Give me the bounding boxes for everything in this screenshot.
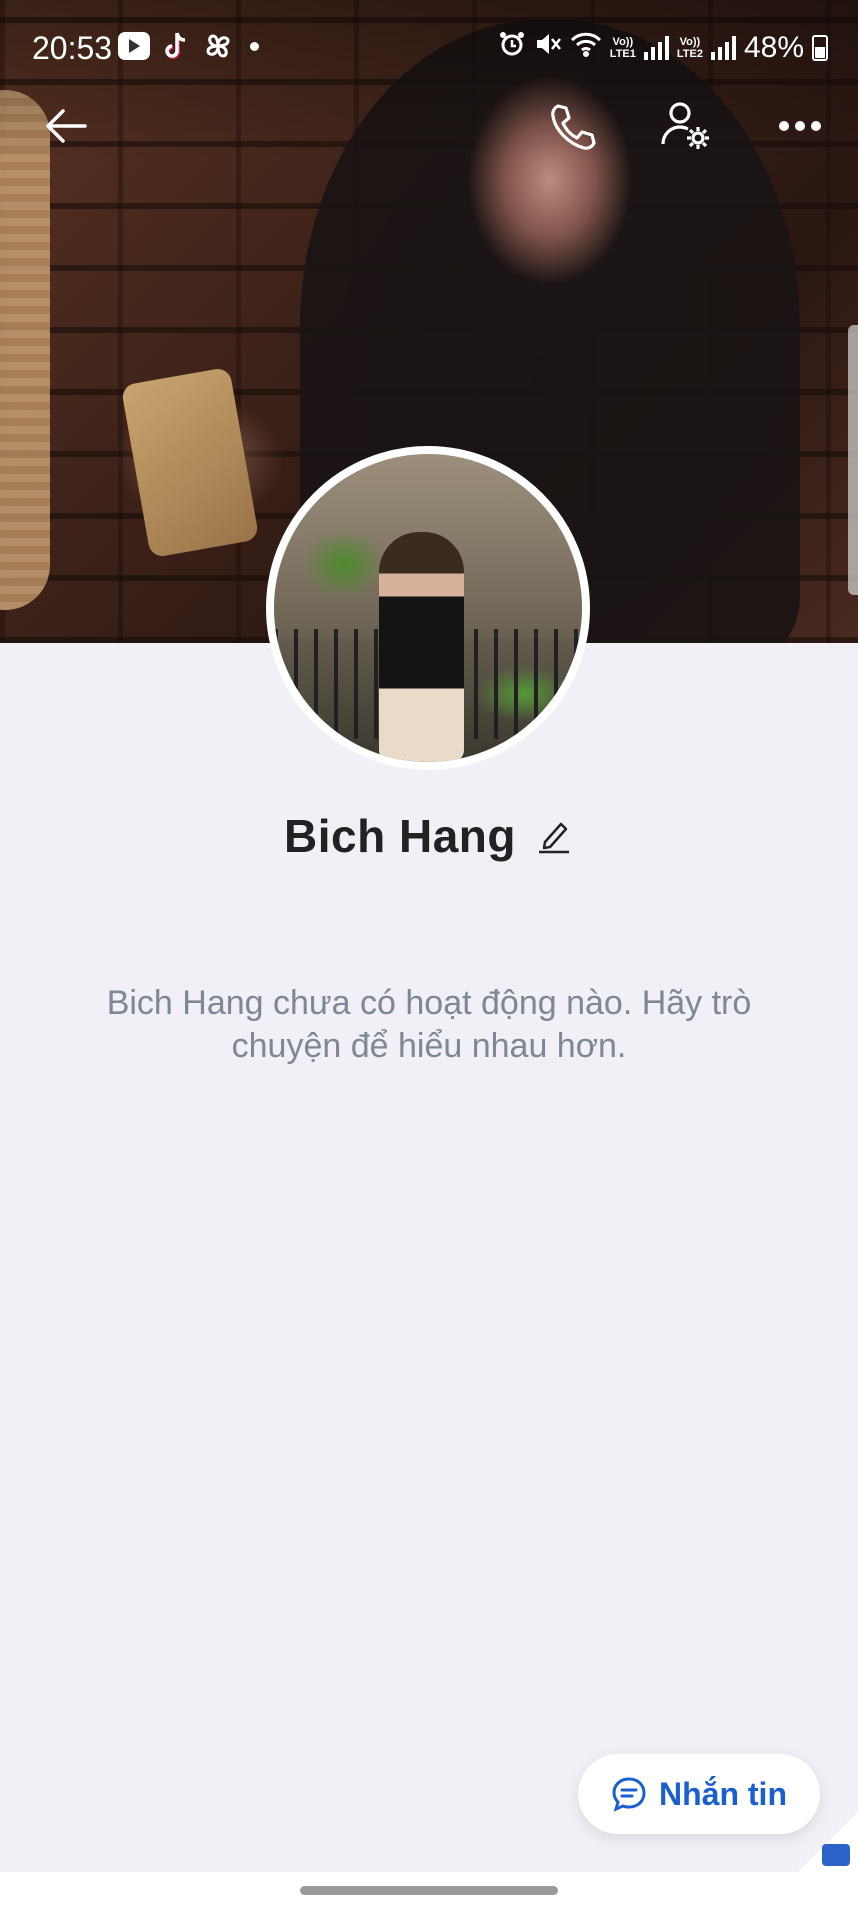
edit-name-button[interactable]	[534, 816, 574, 856]
signal-bars-sim2	[710, 36, 736, 60]
wifi-icon	[570, 30, 602, 66]
avatar-person	[379, 532, 464, 762]
profile-settings-button[interactable]	[650, 90, 722, 162]
profile-name: Bich Hang	[284, 810, 516, 862]
edge-panel-handle[interactable]	[848, 325, 858, 595]
battery-percent: 48%	[743, 31, 804, 64]
pencil-icon	[538, 822, 569, 854]
home-gesture-pill[interactable]	[300, 1886, 558, 1895]
chat-bubble-icon	[612, 1777, 646, 1812]
message-button[interactable]: Nhắn tin	[578, 1754, 820, 1834]
youtube-icon	[118, 32, 150, 60]
pinwheel-icon	[202, 32, 234, 60]
system-navigation-bar	[0, 1872, 858, 1908]
message-button-label: Nhắn tin	[659, 1775, 787, 1812]
alarm-icon	[498, 30, 526, 66]
mute-icon	[534, 30, 562, 66]
more-options-icon	[779, 121, 821, 131]
tiktok-icon	[160, 32, 192, 60]
profile-name-row: Bich Hang	[0, 808, 858, 864]
status-app-icons	[118, 32, 259, 60]
floating-corner-widget[interactable]	[798, 1812, 858, 1872]
notification-dot	[250, 41, 259, 51]
profile-avatar[interactable]	[266, 446, 590, 770]
back-arrow-icon	[46, 109, 87, 143]
call-button[interactable]	[536, 90, 608, 162]
user-settings-icon	[661, 102, 709, 149]
signal-bars-sim1	[643, 36, 669, 60]
upload-folder-icon	[822, 1844, 850, 1866]
back-button[interactable]	[30, 90, 102, 162]
status-time: 20:53	[32, 30, 113, 66]
top-action-bar	[0, 90, 858, 170]
sim1-label: Vo)) LTE1	[609, 36, 636, 60]
status-indicators: Vo)) LTE1 Vo)) LTE2 48%	[498, 30, 828, 66]
sim2-label: Vo)) LTE2	[676, 36, 703, 60]
status-bar: 20:53 Vo)) LTE1 Vo)) LTE2 48%	[0, 0, 858, 100]
more-options-button[interactable]	[764, 90, 836, 162]
phone-icon	[551, 104, 596, 150]
battery-icon	[812, 35, 828, 61]
empty-activity-message: Bich Hang chưa có hoạt động nào. Hãy trò…	[106, 984, 752, 1065]
